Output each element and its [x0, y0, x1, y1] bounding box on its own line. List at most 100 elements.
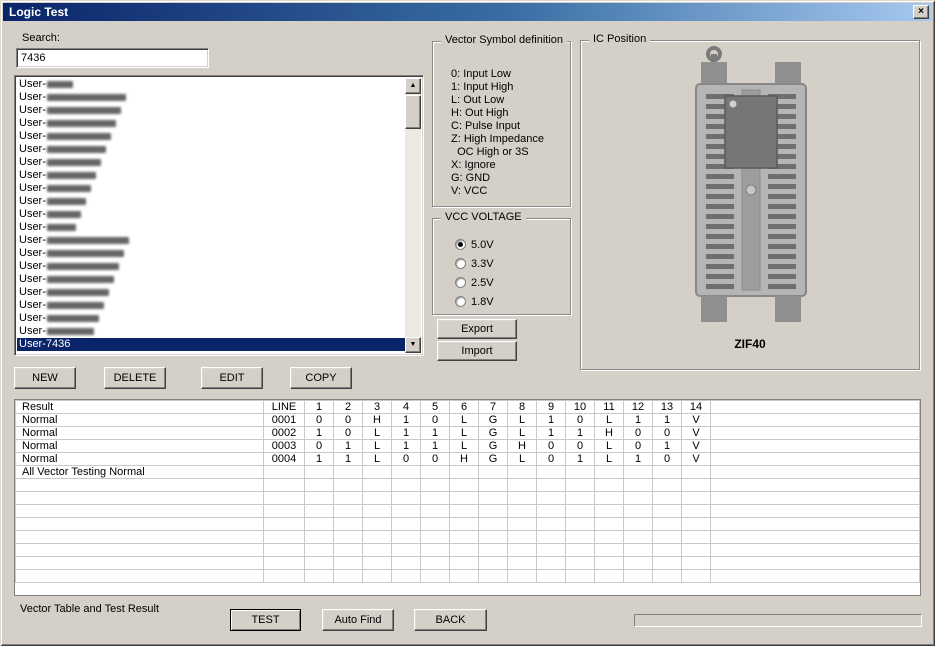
device-list-item[interactable]: User- [17, 273, 403, 286]
device-list-item[interactable]: User- [17, 182, 403, 195]
device-list-item[interactable]: User- [17, 286, 403, 299]
ic-position-groupbox: IC Position [580, 40, 920, 370]
device-list-item[interactable]: User- [17, 299, 403, 312]
device-list-item-prefix: User- [19, 325, 46, 337]
empty-cell [566, 492, 595, 505]
pin-value-cell: G [479, 440, 508, 453]
vector-symbol-line: 1: Input High [451, 81, 568, 94]
radio-icon[interactable] [455, 239, 466, 250]
empty-cell [682, 531, 711, 544]
import-button[interactable]: Import [437, 341, 517, 361]
pin-value-cell: L [363, 440, 392, 453]
device-list-item[interactable]: User- [17, 247, 403, 260]
scrollbar-thumb[interactable] [405, 95, 421, 129]
empty-cell [624, 518, 653, 531]
edit-button[interactable]: EDIT [201, 367, 263, 389]
device-list-item[interactable]: User- [17, 169, 403, 182]
device-list-item[interactable]: User- [17, 260, 403, 273]
empty-cell [711, 492, 920, 505]
table-empty-row [16, 531, 920, 544]
filler-cell [711, 440, 920, 453]
empty-cell [566, 518, 595, 531]
device-list-item[interactable]: User- [17, 78, 403, 91]
device-list[interactable]: ▲ ▼ User-User-User-User-User-User-User-U… [14, 75, 424, 356]
device-list-item[interactable]: User- [17, 104, 403, 117]
device-list-item-redacted-text [47, 172, 96, 179]
vcc-option-3-3v[interactable]: 3.3V [455, 254, 568, 273]
pin-value-cell: L [450, 427, 479, 440]
pin-value-cell: 0 [334, 414, 363, 427]
device-list-item[interactable]: User- [17, 221, 403, 234]
scroll-down-icon[interactable]: ▼ [405, 337, 421, 353]
export-button[interactable]: Export [437, 319, 517, 339]
vcc-option-5-0v[interactable]: 5.0V [455, 235, 568, 254]
table-empty-row [16, 518, 920, 531]
auto-find-button[interactable]: Auto Find [322, 609, 394, 631]
pin-value-cell: 1 [537, 414, 566, 427]
radio-icon[interactable] [455, 277, 466, 288]
vector-symbol-line: 0: Input Low [451, 68, 568, 81]
new-button[interactable]: NEW [14, 367, 76, 389]
device-list-item[interactable]: User- [17, 234, 403, 247]
empty-cell [653, 505, 682, 518]
pin-value-cell: 1 [334, 440, 363, 453]
device-list-scrollbar[interactable]: ▲ ▼ [405, 78, 421, 353]
vcc-option-1-8v[interactable]: 1.8V [455, 292, 568, 311]
empty-cell [421, 531, 450, 544]
empty-cell [334, 518, 363, 531]
empty-cell [479, 544, 508, 557]
pin-value-cell: 1 [392, 427, 421, 440]
radio-icon[interactable] [455, 296, 466, 307]
close-icon[interactable]: × [913, 5, 929, 19]
empty-cell [421, 518, 450, 531]
device-list-item-selected[interactable]: User-7436 [17, 338, 421, 351]
device-list-item-prefix: User- [19, 208, 46, 220]
empty-cell [537, 505, 566, 518]
empty-cell [264, 492, 305, 505]
pin-value-cell: 1 [624, 453, 653, 466]
empty-cell [508, 479, 537, 492]
empty-cell [450, 505, 479, 518]
empty-cell [711, 531, 920, 544]
search-input[interactable] [16, 48, 209, 68]
empty-cell [682, 570, 711, 583]
test-button[interactable]: TEST [230, 609, 301, 631]
scroll-up-icon[interactable]: ▲ [405, 78, 421, 94]
empty-cell [711, 570, 920, 583]
device-list-item-prefix: User- [19, 299, 46, 311]
table-row: Normal000301L11LGH00L01V [16, 440, 920, 453]
empty-cell [479, 531, 508, 544]
pin-value-cell: 0 [653, 453, 682, 466]
device-list-item-redacted-text [47, 237, 129, 244]
device-list-item[interactable]: User- [17, 156, 403, 169]
table-empty-row [16, 479, 920, 492]
device-list-item[interactable]: User- [17, 91, 403, 104]
device-list-item[interactable]: User- [17, 208, 403, 221]
device-list-item-redacted-text [47, 211, 81, 218]
vcc-option-2-5v[interactable]: 2.5V [455, 273, 568, 292]
device-list-item-prefix: User- [19, 117, 46, 129]
pin-value-cell: 1 [334, 453, 363, 466]
empty-cell [264, 570, 305, 583]
device-list-item-redacted-text [47, 276, 114, 283]
radio-icon[interactable] [455, 258, 466, 269]
device-list-item[interactable]: User- [17, 117, 403, 130]
device-list-item-prefix: User- [19, 312, 46, 324]
empty-cell [624, 505, 653, 518]
empty-cell [508, 557, 537, 570]
device-list-item-redacted-text [47, 185, 91, 192]
result-table: ResultLINE1234567891011121314Normal00010… [15, 400, 920, 583]
copy-button[interactable]: COPY [290, 367, 352, 389]
empty-cell [711, 505, 920, 518]
device-list-item[interactable]: User- [17, 312, 403, 325]
table-header-cell: 11 [595, 401, 624, 414]
device-list-item[interactable]: User- [17, 325, 403, 338]
title-bar[interactable]: Logic Test × [3, 3, 932, 21]
delete-button[interactable]: DELETE [104, 367, 166, 389]
device-list-item[interactable]: User- [17, 143, 403, 156]
device-list-item[interactable]: User- [17, 195, 403, 208]
pin-value-cell: 0 [305, 440, 334, 453]
empty-cell [392, 518, 421, 531]
back-button[interactable]: BACK [414, 609, 487, 631]
device-list-item[interactable]: User- [17, 130, 403, 143]
